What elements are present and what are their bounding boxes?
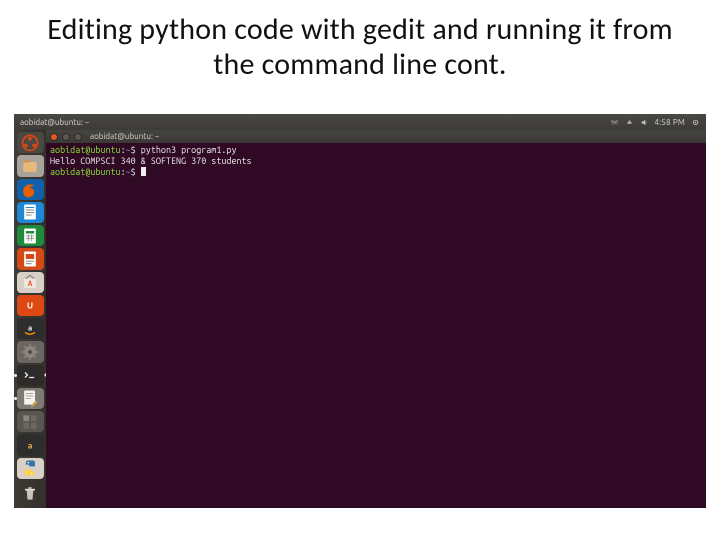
launcher-libre-writer[interactable]: [17, 202, 44, 223]
launcher-ubuntu-one[interactable]: U: [17, 295, 44, 316]
ubuntu-screenshot: aobidat@ubuntu: ~ 4:58 PM aobidat@ubuntu…: [14, 114, 706, 508]
svg-text:a: a: [28, 440, 33, 451]
svg-text:A: A: [28, 280, 33, 289]
svg-text:a: a: [28, 323, 32, 333]
launcher-libre-calc[interactable]: [17, 225, 44, 246]
terminal-line: Hello COMPSCI 340 & SOFTENG 370 students: [50, 156, 702, 167]
launcher-software-center[interactable]: A: [17, 272, 44, 293]
terminal-titlebar: aobidat@ubuntu: ~: [46, 130, 706, 143]
launcher-item-a[interactable]: a: [17, 434, 44, 455]
terminal[interactable]: aobidat@ubuntu:~$ python3 program1.pyHel…: [46, 143, 706, 508]
session-icon[interactable]: [691, 118, 700, 127]
launcher-libre-impress[interactable]: [17, 248, 44, 269]
launcher-firefox[interactable]: [17, 179, 44, 200]
window-close-button[interactable]: [50, 133, 58, 141]
launcher-amazon[interactable]: a: [17, 318, 44, 339]
volume-icon[interactable]: [640, 118, 649, 127]
launcher-settings[interactable]: [17, 341, 44, 362]
gnome-menubar: aobidat@ubuntu: ~ 4:58 PM: [14, 114, 706, 130]
menubar-window-title: aobidat@ubuntu: ~: [14, 118, 610, 127]
menubar-indicators: 4:58 PM: [610, 118, 706, 127]
launcher-workspace[interactable]: [17, 411, 44, 432]
svg-text:U: U: [27, 301, 33, 312]
launcher-nautilus[interactable]: [17, 155, 44, 176]
network-icon[interactable]: [625, 118, 634, 127]
slide-title: Editing python code with gedit and runni…: [0, 0, 720, 83]
launcher-dash[interactable]: [17, 132, 44, 153]
window-minimize-button[interactable]: [62, 133, 70, 141]
window-maximize-button[interactable]: [74, 133, 82, 141]
terminal-line: aobidat@ubuntu:~$: [50, 167, 702, 178]
launcher-gedit[interactable]: [17, 388, 44, 409]
terminal-cursor: [141, 167, 146, 176]
launcher-terminal[interactable]: [17, 365, 44, 386]
unity-launcher: A Ua a: [14, 130, 46, 508]
terminal-titlebar-label: aobidat@ubuntu: ~: [82, 132, 159, 141]
clock-label[interactable]: 4:58 PM: [655, 118, 685, 127]
terminal-line: aobidat@ubuntu:~$ python3 program1.py: [50, 145, 702, 156]
launcher-python[interactable]: [17, 458, 44, 479]
launcher-trash[interactable]: [17, 483, 44, 504]
mail-icon[interactable]: [610, 118, 619, 127]
